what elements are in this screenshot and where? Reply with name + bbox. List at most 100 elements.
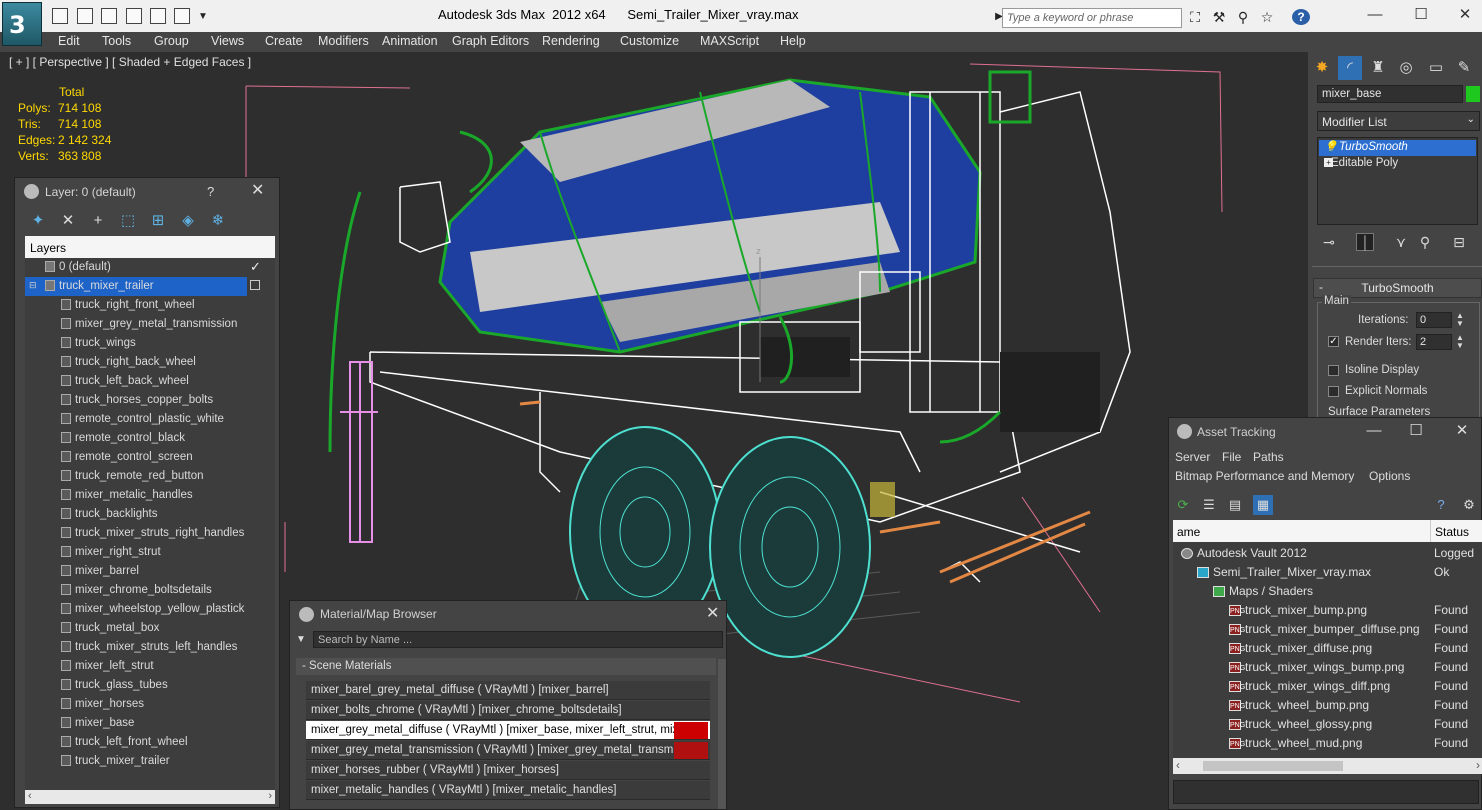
layer-row-truck-mixer-trailer[interactable]: ⊟ truck_mixer_trailer (25, 277, 247, 296)
highlight-layer-icon[interactable]: ⊞ (149, 212, 167, 230)
show-end-result-icon[interactable]: ⏐ (1356, 233, 1374, 251)
layer-close-button[interactable]: ✕ (251, 180, 264, 200)
asset-menu-file[interactable]: File (1222, 450, 1241, 464)
material-row-selected[interactable]: mixer_grey_metal_diffuse ( VRayMtl ) [mi… (306, 721, 710, 740)
hide-all-icon[interactable]: ◈ (179, 212, 197, 230)
asset-minimize-button[interactable]: — (1359, 420, 1389, 442)
asset-row[interactable]: PNG truck_mixer_wings_bump.png Found (1173, 658, 1482, 677)
asset-menu-bitmap-performance[interactable]: Bitmap Performance and Memory (1175, 469, 1354, 483)
stack-item-turbosmooth[interactable]: 💡 TurboSmooth (1319, 140, 1476, 156)
layer-object-row[interactable]: truck_wings (25, 334, 275, 353)
asset-path-field[interactable] (1173, 780, 1479, 804)
layer-object-row[interactable]: truck_backlights (25, 505, 275, 524)
layers-horizontal-scrollbar[interactable]: ‹ › (25, 790, 275, 804)
layer-checkbox[interactable] (250, 280, 260, 290)
collapse-icon[interactable]: ⊟ (29, 280, 37, 291)
spinner-arrows-icon[interactable]: ▲ ▼ (1456, 312, 1464, 328)
scroll-right-icon[interactable]: › (1476, 758, 1480, 772)
select-objects-icon[interactable]: ⬚ (119, 212, 137, 230)
menu-maxscript[interactable]: MAXScript (700, 34, 759, 48)
column-header-name[interactable]: ame (1173, 520, 1431, 542)
material-browser-close-button[interactable]: ✕ (706, 603, 719, 623)
layer-object-row[interactable]: mixer_horses (25, 695, 275, 714)
asset-row[interactable]: PNG truck_wheel_bump.png Found (1173, 696, 1482, 715)
help-icon[interactable]: ? (1292, 9, 1310, 25)
menu-modifiers[interactable]: Modifiers (318, 34, 369, 48)
menu-edit[interactable]: Edit (58, 34, 80, 48)
stack-item-editable-poly[interactable]: + Editable Poly (1319, 156, 1476, 172)
refresh-icon[interactable]: ⟳ (1173, 495, 1193, 515)
material-row[interactable]: mixer_metalic_handles ( VRayMtl ) [mixer… (306, 781, 710, 800)
asset-menu-server[interactable]: Server (1175, 450, 1210, 464)
app-logo-button[interactable]: 3 (2, 2, 42, 46)
scroll-left-icon[interactable]: ‹ (28, 790, 32, 802)
delete-layer-icon[interactable]: ✕ (59, 212, 77, 230)
asset-menu-options[interactable]: Options (1369, 469, 1410, 483)
layer-object-row[interactable]: mixer_metalic_handles (25, 486, 275, 505)
material-search-input[interactable]: Search by Name ... (313, 631, 723, 648)
menu-tools[interactable]: Tools (102, 34, 131, 48)
layer-object-row[interactable]: truck_mixer_struts_left_handles (25, 638, 275, 657)
layer-object-row[interactable]: mixer_barrel (25, 562, 275, 581)
layer-object-row[interactable]: truck_right_back_wheel (25, 353, 275, 372)
layer-object-row[interactable]: mixer_left_strut (25, 657, 275, 676)
motion-tab-icon[interactable]: ◎ (1394, 56, 1418, 80)
layer-object-row[interactable]: mixer_chrome_boltsdetails (25, 581, 275, 600)
configure-modifier-sets-icon[interactable]: ⊟ (1450, 233, 1468, 251)
layer-object-row[interactable]: truck_left_back_wheel (25, 372, 275, 391)
asset-maximize-button[interactable]: ☐ (1401, 420, 1431, 442)
menu-group[interactable]: Group (154, 34, 189, 48)
layer-object-row[interactable]: truck_glass_tubes (25, 676, 275, 695)
asset-row[interactable]: PNG truck_mixer_bump.png Found (1173, 601, 1482, 620)
material-row[interactable]: mixer_barel_grey_metal_diffuse ( VRayMtl… (306, 681, 710, 700)
menu-rendering[interactable]: Rendering (542, 34, 600, 48)
undo-icon[interactable] (126, 8, 142, 24)
remove-modifier-icon[interactable]: ⚲ (1416, 233, 1434, 251)
asset-row[interactable]: Autodesk Vault 2012 Logged (1173, 544, 1482, 563)
new-file-icon[interactable] (52, 8, 68, 24)
scroll-left-icon[interactable]: ‹ (1176, 758, 1180, 772)
asset-row[interactable]: Semi_Trailer_Mixer_vray.max Ok (1173, 563, 1482, 582)
hierarchy-tab-icon[interactable]: ♜ (1366, 56, 1390, 80)
material-row[interactable]: mixer_bolts_chrome ( VRayMtl ) [mixer_ch… (306, 701, 710, 720)
menu-create[interactable]: Create (265, 34, 303, 48)
asset-row[interactable]: PNG truck_mixer_diffuse.png Found (1173, 639, 1482, 658)
asset-row[interactable]: Maps / Shaders (1173, 582, 1482, 601)
menu-customize[interactable]: Customize (620, 34, 679, 48)
layer-object-row[interactable]: truck_horses_copper_bolts (25, 391, 275, 410)
material-row[interactable]: mixer_grey_metal_transmission ( VRayMtl … (306, 741, 710, 760)
close-window-button[interactable]: ✕ (1450, 4, 1480, 26)
layer-object-row[interactable]: remote_control_plastic_white (25, 410, 275, 429)
asset-row[interactable]: PNG truck_wheel_glossy.png Found (1173, 715, 1482, 734)
viewport-label[interactable]: [ + ] [ Perspective ] [ Shaded + Edged F… (9, 55, 251, 69)
layer-object-row[interactable]: truck_mixer_trailer (25, 752, 275, 771)
layer-object-row[interactable]: truck_metal_box (25, 619, 275, 638)
layer-object-row[interactable]: remote_control_screen (25, 448, 275, 467)
render-iters-checkbox[interactable]: ✓ (1328, 336, 1339, 347)
gear-icon[interactable]: ⚙ (1459, 495, 1479, 515)
display-tab-icon[interactable]: ▭ (1424, 56, 1448, 80)
pin-stack-icon[interactable]: ⊸ (1320, 233, 1338, 251)
menu-views[interactable]: Views (211, 34, 244, 48)
binoculars-search-icon[interactable]: ⛶ (1186, 9, 1204, 25)
asset-menu-paths[interactable]: Paths (1253, 450, 1284, 464)
make-unique-icon[interactable]: ⋎ (1392, 233, 1410, 251)
modify-tab-icon[interactable]: ◜ (1338, 56, 1362, 80)
table-view-icon[interactable]: ▦ (1253, 495, 1273, 515)
minimize-button[interactable]: — (1360, 4, 1390, 26)
layer-object-row[interactable]: truck_left_front_wheel (25, 733, 275, 752)
layer-object-row[interactable]: remote_control_black (25, 429, 275, 448)
asset-row[interactable]: PNG truck_mixer_wings_diff.png Found (1173, 677, 1482, 696)
asset-horizontal-scrollbar[interactable]: ‹ › (1173, 758, 1482, 774)
browser-options-dropdown-icon[interactable]: ▼ (296, 634, 306, 645)
project-folder-icon[interactable] (174, 8, 190, 24)
freeze-all-icon[interactable]: ❄ (209, 212, 227, 230)
layer-object-row[interactable]: truck_remote_red_button (25, 467, 275, 486)
spinner-arrows-icon[interactable]: ▲ ▼ (1456, 334, 1464, 350)
render-iters-spinner[interactable]: 2 (1416, 334, 1452, 350)
isoline-display-checkbox[interactable] (1328, 365, 1339, 376)
layer-object-row[interactable]: mixer_right_strut (25, 543, 275, 562)
material-list-scrollbar[interactable] (718, 659, 726, 809)
layer-object-row[interactable]: truck_right_front_wheel (25, 296, 275, 315)
maximize-button[interactable]: ☐ (1406, 4, 1436, 26)
